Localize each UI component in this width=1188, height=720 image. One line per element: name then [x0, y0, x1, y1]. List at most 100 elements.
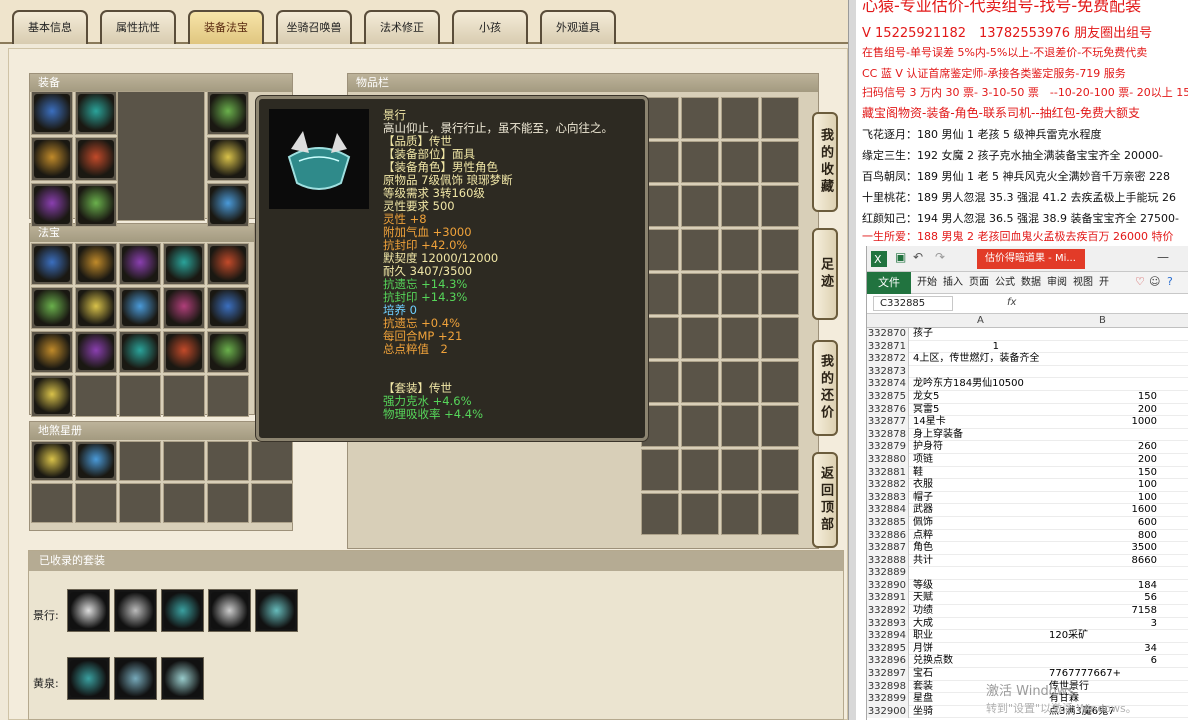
sheet-row[interactable]: 332894 职业 120采矿: [867, 630, 1188, 643]
cell-a[interactable]: 衣服: [913, 479, 1047, 492]
tab-6[interactable]: 外观道具: [540, 10, 616, 44]
row-number[interactable]: 332882: [867, 479, 909, 492]
row-number[interactable]: 332894: [867, 630, 909, 643]
sheet-row[interactable]: 332878 身上穿装备: [867, 428, 1188, 442]
suit-item-jingxing[interactable]: [114, 589, 157, 632]
inventory-slot[interactable]: [761, 97, 799, 139]
suit-item-huangquan[interactable]: [114, 657, 157, 700]
cell-a[interactable]: 龙女5: [913, 391, 1047, 404]
row-number[interactable]: 332898: [867, 680, 909, 694]
equip-slot[interactable]: [75, 137, 117, 181]
inventory-slot[interactable]: [761, 405, 799, 447]
equip-slot[interactable]: [31, 137, 73, 181]
suit-item-jingxing[interactable]: [255, 589, 298, 632]
sheet-row[interactable]: 332896 兑换点数 6: [867, 655, 1188, 669]
sheet-row[interactable]: 332886 点粹 800: [867, 529, 1188, 543]
inventory-slot[interactable]: [761, 141, 799, 183]
sheet-row[interactable]: 332875 龙女5 150: [867, 390, 1188, 404]
fabao-slot[interactable]: [163, 375, 205, 417]
row-number[interactable]: 332886: [867, 529, 909, 543]
column-a-header[interactable]: A: [977, 315, 984, 326]
row-number[interactable]: 332895: [867, 642, 909, 656]
inventory-slot[interactable]: [681, 273, 719, 315]
ribbon-tab-4[interactable]: 数据: [1021, 275, 1041, 291]
sheet-row[interactable]: 332887 角色 3500: [867, 542, 1188, 555]
sheet-row[interactable]: 332888 共计 8660: [867, 554, 1188, 568]
disha-slot[interactable]: [163, 441, 205, 481]
cell-b[interactable]: 3500: [1049, 542, 1157, 555]
inventory-slot[interactable]: [761, 361, 799, 403]
cell-b[interactable]: 200: [1049, 404, 1157, 417]
cell-b[interactable]: 184: [1049, 580, 1157, 593]
cell-a[interactable]: 14星卡: [913, 416, 1047, 429]
inventory-slot[interactable]: [681, 185, 719, 227]
disha-slot[interactable]: [163, 483, 205, 523]
inventory-slot[interactable]: [721, 405, 759, 447]
row-number[interactable]: 332889: [867, 567, 909, 580]
cell-b[interactable]: 100: [1049, 492, 1157, 505]
cell-a[interactable]: 龙吟东方184男仙10500: [913, 378, 1047, 391]
equip-slot[interactable]: [207, 91, 249, 135]
row-number[interactable]: 332887: [867, 542, 909, 555]
cell-a[interactable]: 天赋: [913, 592, 1047, 605]
cell-b[interactable]: 600: [1049, 517, 1157, 530]
fabao-slot[interactable]: [163, 243, 205, 285]
row-number[interactable]: 332890: [867, 579, 909, 593]
sheet-row[interactable]: 332876 冥雷5 200: [867, 403, 1188, 417]
cell-b[interactable]: 7767777667+: [1049, 668, 1169, 681]
sheet-row[interactable]: 332892 功绩 7158: [867, 605, 1188, 618]
inventory-slot[interactable]: [681, 493, 719, 535]
cell-b[interactable]: 200: [1049, 454, 1157, 467]
fabao-slot[interactable]: [31, 375, 73, 417]
ribbon-tab-1[interactable]: 插入: [943, 275, 963, 291]
cell-a[interactable]: 兑换点数: [913, 655, 1047, 668]
fabao-slot[interactable]: [75, 243, 117, 285]
row-number[interactable]: 332893: [867, 617, 909, 631]
sheet-row[interactable]: 332890 等级 184: [867, 579, 1188, 593]
row-number[interactable]: 332900: [867, 705, 909, 719]
inventory-slot[interactable]: [721, 185, 759, 227]
cell-a[interactable]: 角色: [913, 542, 1047, 555]
cell-b[interactable]: 1: [913, 341, 999, 354]
equip-slot[interactable]: [207, 137, 249, 181]
suit-item-jingxing[interactable]: [161, 589, 204, 632]
inventory-slot[interactable]: [721, 449, 759, 491]
sheet-row[interactable]: 332872 4上区，传世燃灯，装备齐全: [867, 353, 1188, 366]
cell-a[interactable]: 共计: [913, 555, 1047, 568]
cell-a[interactable]: 武器: [913, 504, 1047, 517]
cell-a[interactable]: 帽子: [913, 492, 1047, 505]
row-number[interactable]: 332891: [867, 592, 909, 606]
suit-item-huangquan[interactable]: [161, 657, 204, 700]
cell-a[interactable]: 佩饰: [913, 517, 1047, 530]
save-icon[interactable]: ▣: [895, 250, 906, 264]
character-portrait[interactable]: [117, 91, 205, 221]
row-number[interactable]: 332881: [867, 466, 909, 480]
inventory-slot[interactable]: [721, 361, 759, 403]
ribbon-tab-0[interactable]: 开始: [917, 275, 937, 291]
cell-a[interactable]: 大成: [913, 618, 1047, 631]
undo-icon[interactable]: ↶: [913, 250, 923, 264]
inventory-slot[interactable]: [641, 493, 679, 535]
sheet-row[interactable]: 332893 大成 3: [867, 617, 1188, 631]
sheet-row[interactable]: 332882 衣服 100: [867, 479, 1188, 492]
row-number[interactable]: 332885: [867, 516, 909, 530]
inventory-slot[interactable]: [761, 185, 799, 227]
cell-a[interactable]: 护身符: [913, 441, 1047, 454]
cell-b[interactable]: 34: [1049, 643, 1157, 656]
tab-2[interactable]: 装备法宝: [188, 10, 264, 44]
cell-b[interactable]: 8660: [1049, 555, 1157, 568]
inventory-slot[interactable]: [681, 141, 719, 183]
inventory-slot[interactable]: [681, 449, 719, 491]
fabao-slot[interactable]: [207, 375, 249, 417]
heart-icon[interactable]: ♡: [1135, 275, 1145, 288]
fabao-slot[interactable]: [119, 375, 161, 417]
sheet-row[interactable]: 332897 宝石 7767777667+: [867, 668, 1188, 681]
file-tab[interactable]: 文件: [867, 272, 911, 294]
fabao-slot[interactable]: [207, 287, 249, 329]
disha-slot[interactable]: [207, 441, 249, 481]
cell-b[interactable]: 150: [1049, 467, 1157, 480]
inventory-slot[interactable]: [721, 229, 759, 271]
row-number[interactable]: 332873: [867, 365, 909, 379]
sheet-row[interactable]: 332891 天赋 56: [867, 592, 1188, 606]
equip-slot[interactable]: [207, 183, 249, 227]
